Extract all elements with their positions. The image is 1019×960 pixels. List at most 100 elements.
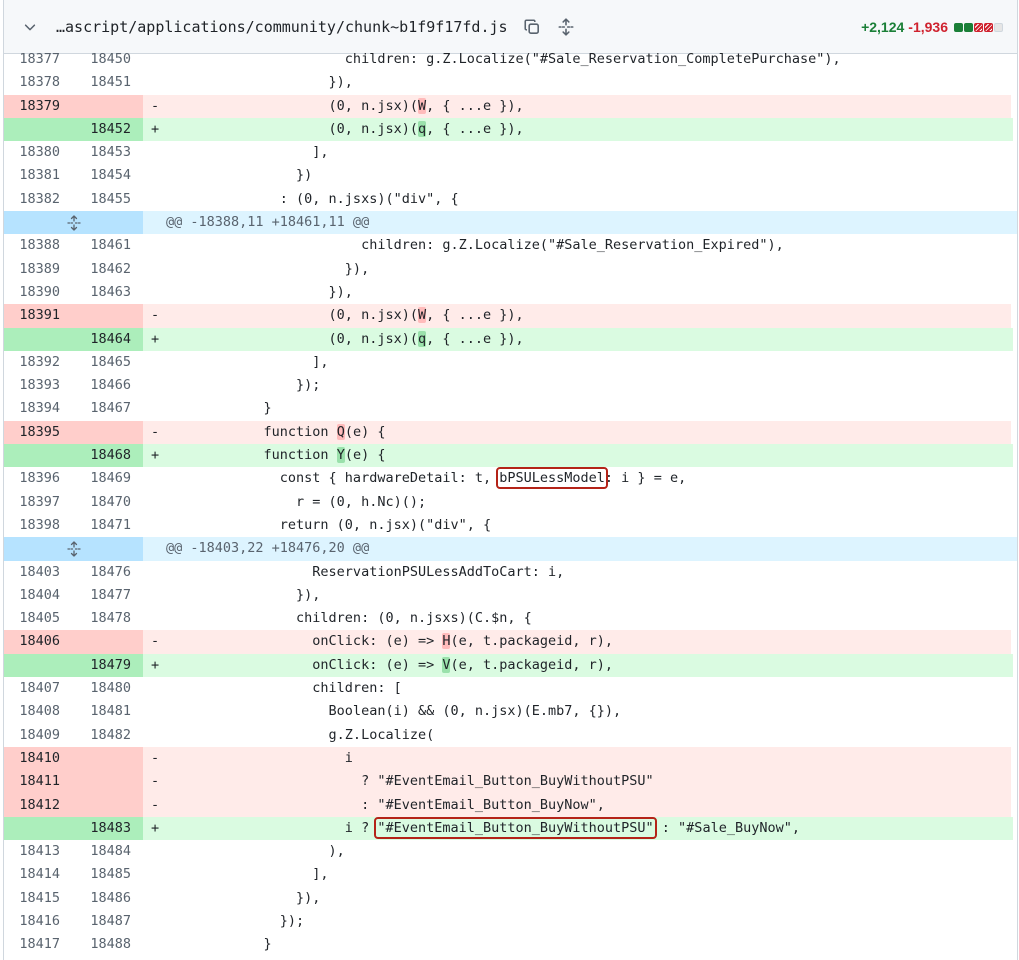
new-line-number[interactable] (72, 304, 143, 328)
old-line-number[interactable] (4, 117, 72, 142)
old-line-number[interactable] (4, 444, 72, 468)
code-text: (0, n.jsx)(q, { ...e }), (166, 118, 524, 141)
new-line-number[interactable] (72, 793, 143, 817)
code-segment: onClick: (e) => (166, 656, 443, 673)
code-text: @@ -18403,22 +18476,20 @@ (166, 537, 369, 560)
old-line-number[interactable]: 18403 (4, 561, 72, 584)
code-segment: }), (166, 260, 370, 277)
new-line-number[interactable]: 18451 (72, 71, 143, 94)
new-line-number[interactable] (72, 770, 143, 794)
old-line-number[interactable]: 18407 (4, 677, 72, 700)
file-diff: …ascript/applications/community/chunk~b1… (3, 0, 1018, 960)
diffstat-deleted-block (984, 22, 993, 32)
old-line-number[interactable] (4, 816, 72, 841)
expand-hunk-button[interactable] (4, 537, 143, 561)
new-line-number[interactable] (72, 94, 143, 118)
new-line-number[interactable]: 18478 (72, 607, 143, 630)
old-line-number[interactable]: 18398 (4, 514, 72, 537)
new-line-number[interactable]: 18470 (72, 491, 143, 514)
new-line-number[interactable]: 18467 (72, 397, 143, 420)
new-line-number[interactable]: 18480 (72, 677, 143, 700)
old-line-number[interactable]: 18377 (4, 48, 72, 71)
added-line: 18452 + (0, n.jsx)(q, { ...e }), (4, 117, 1013, 142)
new-line-number[interactable]: 18450 (72, 48, 143, 71)
changed-token: q (417, 330, 427, 347)
old-line-number[interactable]: 18381 (4, 164, 72, 187)
new-line-number[interactable]: 18483 (72, 816, 143, 841)
old-line-number[interactable]: 18390 (4, 281, 72, 304)
old-line-number[interactable]: 18379 (4, 94, 72, 118)
code-text: children: [ (166, 677, 401, 700)
old-line-number[interactable]: 18393 (4, 374, 72, 397)
old-line-number[interactable]: 18415 (4, 887, 72, 910)
old-line-number[interactable]: 18396 (4, 467, 72, 490)
new-line-number[interactable]: 18462 (72, 258, 143, 281)
old-line-number[interactable]: 18417 (4, 933, 72, 956)
new-line-number[interactable]: 18468 (72, 444, 143, 468)
code-segment: return (0, n.jsx)("div", { (166, 516, 492, 533)
file-path[interactable]: …ascript/applications/community/chunk~b1… (56, 18, 508, 36)
new-line-number[interactable] (72, 630, 143, 654)
new-line-number[interactable]: 18469 (72, 467, 143, 490)
code-text: @@ -18388,11 +18461,11 @@ (166, 211, 369, 234)
new-line-number[interactable]: 18482 (72, 724, 143, 747)
code-text: ? "#EventEmail_Button_BuyWithoutPSU" (166, 770, 654, 793)
new-line-number[interactable]: 18452 (72, 117, 143, 142)
old-line-number[interactable] (4, 327, 72, 351)
new-line-number[interactable]: 18485 (72, 863, 143, 886)
new-line-number[interactable]: 18484 (72, 840, 143, 863)
new-line-number[interactable]: 18453 (72, 141, 143, 164)
chevron-down-icon[interactable] (22, 19, 38, 35)
old-line-number[interactable]: 18408 (4, 700, 72, 723)
code-text: children: g.Z.Localize("#Sale_Reservatio… (166, 48, 841, 71)
old-line-number[interactable]: 18409 (4, 724, 72, 747)
new-line-number[interactable]: 18481 (72, 700, 143, 723)
new-line-number[interactable]: 18465 (72, 351, 143, 374)
new-line-number[interactable] (72, 420, 143, 445)
new-line-number[interactable]: 18466 (72, 374, 143, 397)
old-line-number[interactable]: 18378 (4, 71, 72, 94)
old-line-number[interactable]: 18394 (4, 397, 72, 420)
new-line-number[interactable]: 18486 (72, 887, 143, 910)
old-line-number[interactable]: 18412 (4, 793, 72, 817)
hunk-header: @@ -18388,11 +18461,11 @@ (4, 211, 1017, 235)
code-segment: }), (166, 74, 353, 91)
context-line: 18416 18487 }); (4, 910, 1017, 933)
new-line-number[interactable]: 18455 (72, 188, 143, 211)
old-line-number[interactable]: 18382 (4, 188, 72, 211)
old-line-number[interactable]: 18416 (4, 910, 72, 933)
old-line-number[interactable]: 18397 (4, 491, 72, 514)
new-line-number[interactable]: 18463 (72, 281, 143, 304)
new-line-number[interactable]: 18488 (72, 933, 143, 956)
highlight-box: "#EventEmail_Button_BuyWithoutPSU" (374, 816, 657, 839)
old-line-number[interactable] (4, 653, 72, 678)
unfold-icon[interactable] (556, 17, 576, 37)
new-line-number[interactable]: 18479 (72, 653, 143, 678)
code-text: }), (166, 71, 353, 94)
old-line-number[interactable]: 18414 (4, 863, 72, 886)
new-line-number[interactable]: 18461 (72, 234, 143, 257)
new-line-number[interactable]: 18454 (72, 164, 143, 187)
old-line-number[interactable]: 18405 (4, 607, 72, 630)
old-line-number[interactable]: 18410 (4, 746, 72, 771)
new-line-number[interactable]: 18471 (72, 514, 143, 537)
old-line-number[interactable]: 18413 (4, 840, 72, 863)
new-line-number[interactable] (72, 746, 143, 771)
copy-icon[interactable] (522, 17, 542, 37)
old-line-number[interactable]: 18406 (4, 630, 72, 654)
code-text: }), (166, 258, 369, 281)
old-line-number[interactable]: 18404 (4, 584, 72, 607)
expand-hunk-button[interactable] (4, 211, 143, 235)
diff-marker: + (151, 330, 160, 347)
old-line-number[interactable]: 18395 (4, 420, 72, 445)
old-line-number[interactable]: 18411 (4, 770, 72, 794)
new-line-number[interactable]: 18477 (72, 584, 143, 607)
old-line-number[interactable]: 18388 (4, 234, 72, 257)
old-line-number[interactable]: 18389 (4, 258, 72, 281)
new-line-number[interactable]: 18476 (72, 561, 143, 584)
old-line-number[interactable]: 18391 (4, 304, 72, 328)
new-line-number[interactable]: 18464 (72, 327, 143, 351)
old-line-number[interactable]: 18380 (4, 141, 72, 164)
old-line-number[interactable]: 18392 (4, 351, 72, 374)
new-line-number[interactable]: 18487 (72, 910, 143, 933)
